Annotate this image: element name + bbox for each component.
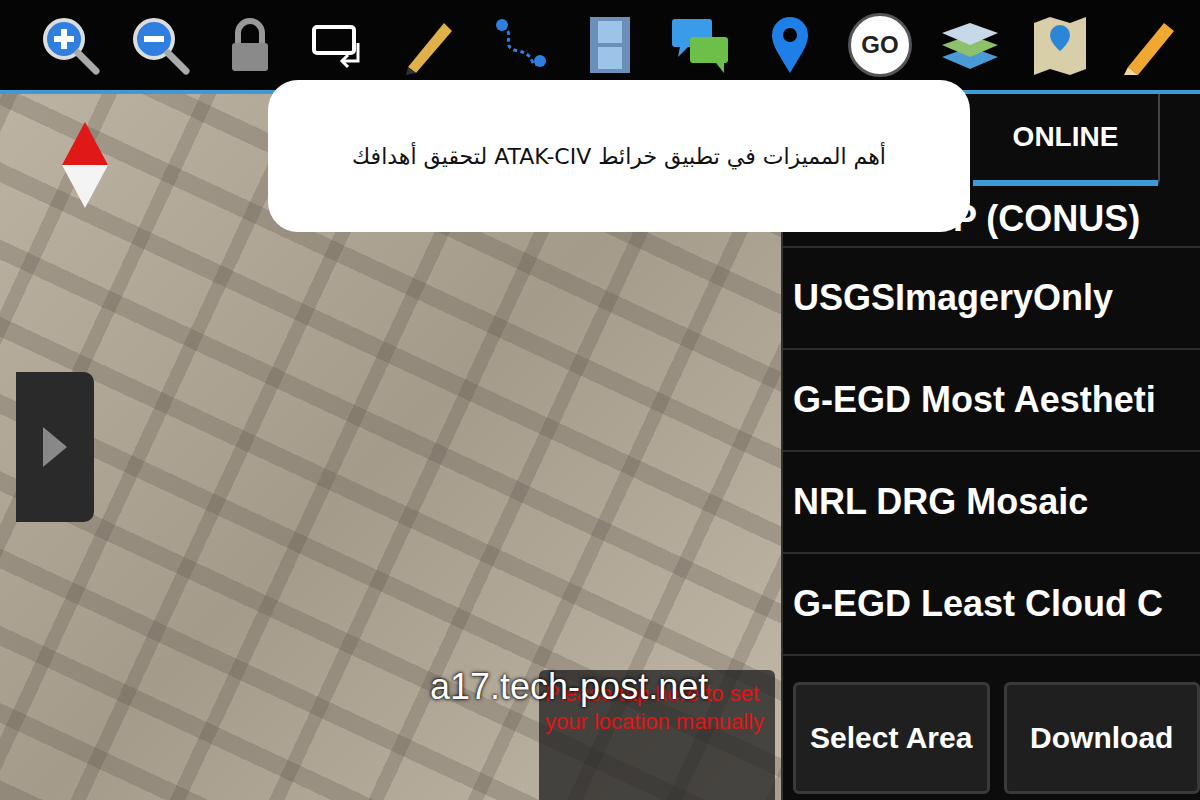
title-card: أهم المميزات في تطبيق خرائط ATAK-CIV لتح… — [268, 80, 970, 232]
panel-button[interactable]: Select Area — [793, 682, 990, 794]
rotate-screen-icon[interactable] — [308, 13, 372, 77]
watermark: a17.tech-post.net — [430, 666, 708, 708]
lock-icon[interactable] — [218, 13, 282, 77]
map-icon[interactable] — [1028, 13, 1092, 77]
chat-icon[interactable] — [668, 13, 732, 77]
pencil-icon[interactable] — [1118, 13, 1182, 77]
go-globe-icon[interactable]: GO — [848, 13, 912, 77]
location-pin-icon[interactable] — [758, 13, 822, 77]
atak-screen: GOPlease tap here to set your location m… — [0, 0, 1200, 800]
zoom-out-icon[interactable] — [128, 13, 192, 77]
film-icon[interactable] — [578, 13, 642, 77]
compass-icon[interactable] — [60, 120, 110, 210]
layers-icon[interactable] — [938, 13, 1002, 77]
expand-arrow-icon — [43, 427, 67, 467]
tab[interactable] — [1158, 94, 1200, 186]
route-icon[interactable] — [488, 13, 552, 77]
layer-item[interactable]: G-EGD Most Aestheti — [783, 350, 1200, 452]
button-row: Select AreaDownload — [783, 656, 1200, 800]
tab[interactable]: ONLINE — [973, 94, 1158, 186]
zoom-in-icon[interactable] — [38, 13, 102, 77]
title-text: أهم المميزات في تطبيق خرائط ATAK-CIV لتح… — [352, 144, 886, 169]
ruler-pencil-icon[interactable] — [398, 13, 462, 77]
layer-list: P (CONUS)USGSImageryOnlyG-EGD Most Aesth… — [783, 186, 1200, 656]
go-label: GO — [861, 31, 898, 59]
layer-item[interactable]: G-EGD Least Cloud C — [783, 554, 1200, 656]
layer-item[interactable]: USGSImageryOnly — [783, 248, 1200, 350]
side-panel-handle[interactable] — [16, 372, 94, 522]
layer-item[interactable]: NRL DRG Mosaic — [783, 452, 1200, 554]
panel-button[interactable]: Download — [1004, 682, 1200, 794]
